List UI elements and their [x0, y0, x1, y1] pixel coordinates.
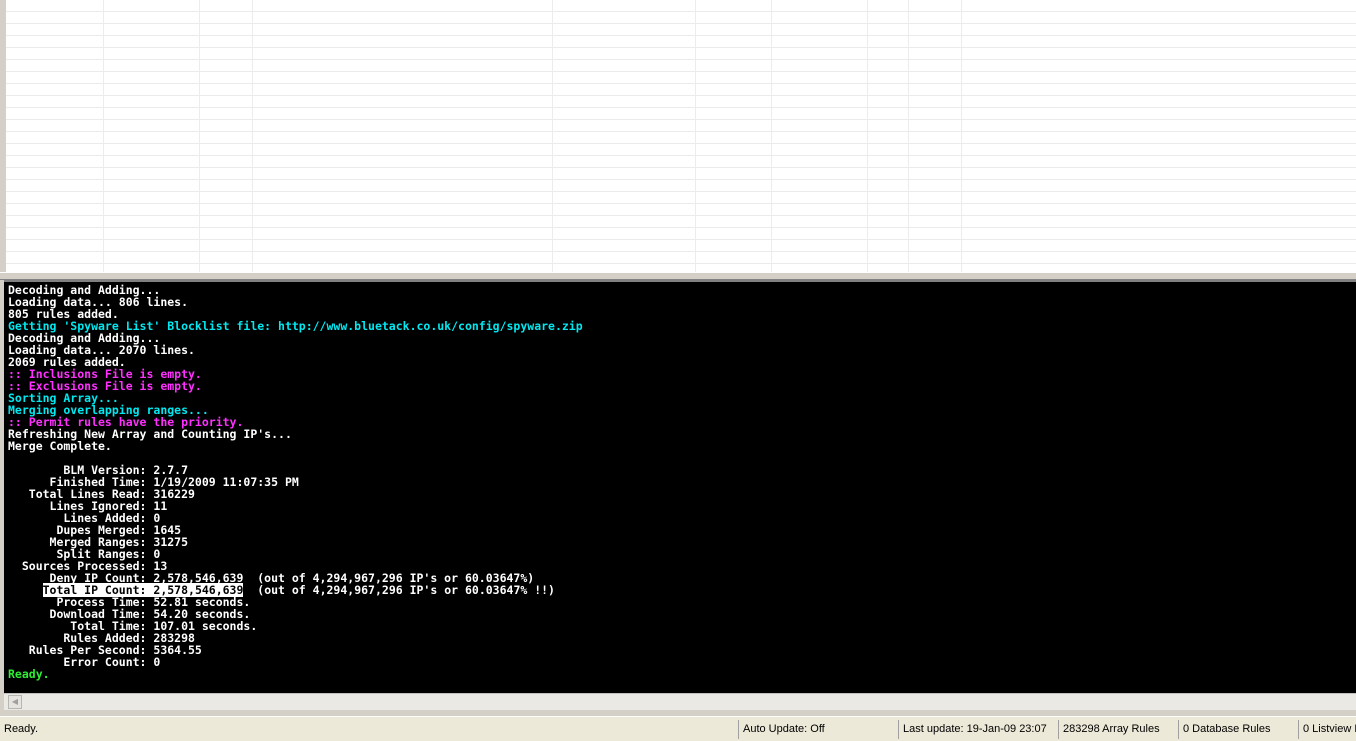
console-line: Ready.: [8, 667, 50, 681]
console-line: Rules Added: 283298: [8, 631, 195, 645]
console-line: Loading data... 806 lines.: [8, 295, 189, 309]
array-rules-count: 283298 Array Rules: [1058, 720, 1178, 739]
last-update-status: Last update: 19-Jan-09 23:07: [898, 720, 1058, 739]
console-line: Total Lines Read: 316229: [8, 487, 195, 501]
database-rules-count: 0 Database Rules: [1178, 720, 1298, 739]
grid-column-divider[interactable]: [908, 0, 909, 272]
status-bar: Ready. Auto Update: Off Last update: 19-…: [0, 716, 1356, 741]
pane-splitter[interactable]: [0, 272, 1356, 280]
grid-column-divider[interactable]: [552, 0, 553, 272]
console-line: Loading data... 2070 lines.: [8, 343, 195, 357]
grid-column-divider[interactable]: [252, 0, 253, 272]
horizontal-scrollbar[interactable]: ◀: [4, 693, 1356, 710]
console-line: Split Ranges: 0: [8, 547, 161, 561]
status-text: Ready.: [4, 723, 39, 735]
console-line: Getting 'Spyware List' Blocklist file: h…: [8, 319, 583, 333]
console-line: Refreshing New Array and Counting IP's..…: [8, 427, 292, 441]
left-arrow-icon: ◀: [11, 697, 19, 706]
console-line: Merge Complete.: [8, 439, 112, 453]
scroll-left-button[interactable]: ◀: [8, 695, 22, 709]
grid-column-divider[interactable]: [695, 0, 696, 272]
console-line: 2069 rules added.: [8, 355, 126, 369]
grid-column-divider[interactable]: [103, 0, 104, 272]
console-line: Total Time: 107.01 seconds.: [8, 619, 258, 633]
console-line: :: Inclusions File is empty.: [8, 367, 202, 381]
console-line: Lines Ignored: 11: [8, 499, 168, 513]
grid-column-divider[interactable]: [867, 0, 868, 272]
console-line: Rules Per Second: 5364.55: [8, 643, 202, 657]
console-line: Decoding and Adding...: [8, 331, 161, 345]
log-console: Decoding and Adding... Loading data... 80…: [4, 280, 1356, 693]
auto-update-status: Auto Update: Off: [738, 720, 898, 739]
console-line: Sorting Array...: [8, 391, 119, 405]
console-line: Error Count: 0: [8, 655, 161, 669]
console-line: Finished Time: 1/19/2009 11:07:35 PM: [8, 475, 299, 489]
console-text: Decoding and Adding... Loading data... 80…: [4, 282, 1356, 680]
results-listview[interactable]: [6, 0, 1356, 272]
console-line: Lines Added: 0: [8, 511, 161, 525]
grid-column-divider[interactable]: [961, 0, 962, 272]
console-line: Dupes Merged: 1645: [8, 523, 182, 537]
console-line: Merged Ranges: 31275: [8, 535, 189, 549]
console-line: :: Exclusions File is empty.: [8, 379, 202, 393]
grid-column-divider[interactable]: [199, 0, 200, 272]
listview-rules-count: 0 Listview R: [1298, 720, 1356, 739]
console-line-text: (out of 4,294,967,296 IP's or 60.03647% …: [243, 583, 555, 597]
grid-column-divider[interactable]: [771, 0, 772, 272]
console-line: Decoding and Adding...: [8, 283, 161, 297]
